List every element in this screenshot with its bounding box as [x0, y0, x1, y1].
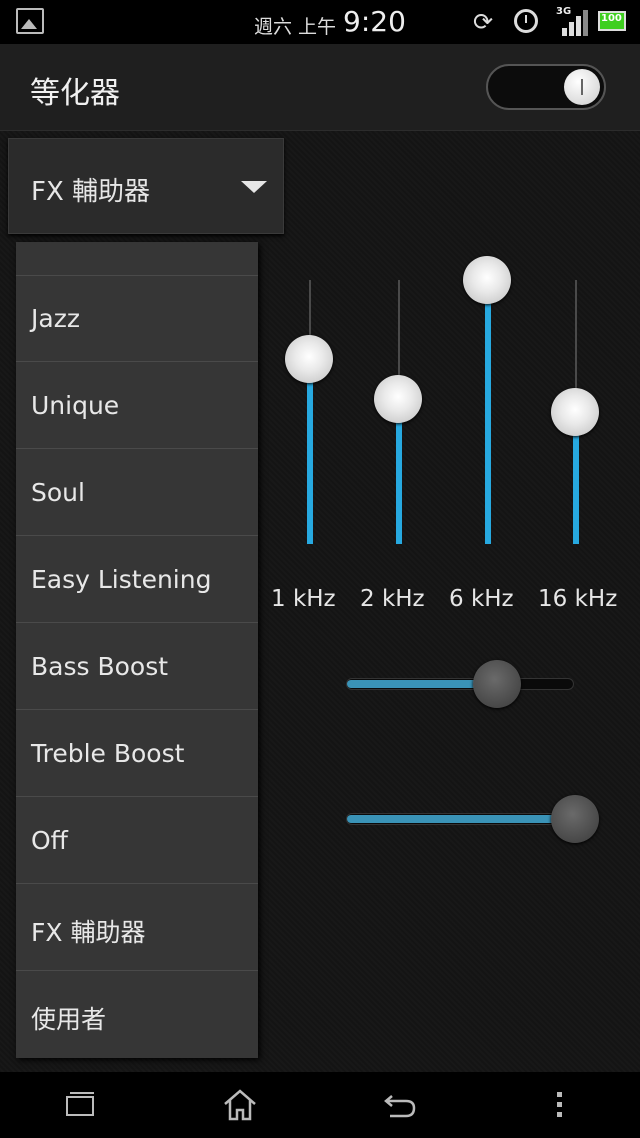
eq-knob[interactable]: [285, 335, 333, 384]
slider-fill: [347, 815, 575, 823]
signal-icon: 3G: [556, 6, 588, 36]
eq-band-label: 2 kHz: [360, 586, 425, 612]
eq-fill: [307, 359, 313, 544]
eq-knob[interactable]: [374, 374, 422, 423]
preset-item-bass-boost[interactable]: Bass Boost: [16, 624, 258, 710]
preset-item-label: Bass Boost: [31, 652, 169, 681]
preset-item-easy-listening[interactable]: Easy Listening: [16, 537, 258, 623]
preset-item-user[interactable]: 使用者: [16, 972, 258, 1058]
recent-apps-icon[interactable]: [66, 1092, 94, 1116]
preset-item-label: FX 輔助器: [31, 918, 146, 947]
list-item-partial[interactable]: [16, 242, 258, 276]
slider-knob[interactable]: [473, 660, 522, 708]
battery-icon: 100: [598, 11, 626, 31]
preset-item-label: Unique: [31, 391, 120, 420]
preset-item-soul[interactable]: Soul: [16, 450, 258, 536]
preset-dropdown-list: Jazz Unique Soul Easy Listening Bass Boo…: [16, 242, 258, 1058]
virtualizer-slider[interactable]: [346, 795, 599, 843]
status-bar: 週六 上午 9:20 ⟳ 3G 100: [0, 0, 640, 44]
preset-item-label: Soul: [31, 478, 85, 507]
toggle-knob[interactable]: [564, 69, 600, 105]
equalizer-toggle[interactable]: [486, 64, 606, 110]
navigation-bar: [0, 1072, 640, 1138]
preset-item-label: Treble Boost: [31, 739, 185, 768]
back-icon[interactable]: [382, 1090, 418, 1120]
preset-selected-label: FX 輔助器: [31, 177, 151, 207]
preset-item-label: Off: [31, 826, 68, 855]
page-title: 等化器: [30, 76, 120, 111]
eq-band-label: 16 kHz: [538, 586, 618, 612]
slider-knob[interactable]: [551, 795, 599, 843]
battery-level: 100: [601, 13, 622, 24]
menu-icon[interactable]: [556, 1092, 564, 1120]
gallery-icon: [16, 8, 44, 34]
preset-spinner[interactable]: FX 輔助器: [8, 138, 284, 234]
action-bar: 等化器: [0, 44, 640, 131]
preset-item-label: Easy Listening: [31, 565, 212, 594]
alarm-icon: [514, 9, 538, 33]
eq-band-label: 1 kHz: [271, 586, 336, 612]
home-icon[interactable]: [222, 1088, 258, 1122]
preset-item-treble-boost[interactable]: Treble Boost: [16, 711, 258, 797]
status-time: 9:20: [343, 5, 406, 38]
eq-band-label: 6 kHz: [449, 586, 514, 612]
rotate-icon: ⟳: [472, 8, 494, 36]
network-type: 3G: [556, 6, 572, 17]
preset-item-unique[interactable]: Unique: [16, 363, 258, 449]
preset-item-label: 使用者: [31, 1005, 107, 1034]
preset-item-off[interactable]: Off: [16, 798, 258, 884]
preset-item-jazz[interactable]: Jazz: [16, 276, 258, 362]
status-date: 週六 上午: [254, 16, 337, 38]
eq-knob[interactable]: [463, 256, 511, 304]
eq-fill: [485, 280, 491, 544]
preset-item-label: Jazz: [31, 304, 80, 333]
eq-knob[interactable]: [551, 388, 599, 436]
preset-item-fx-assistant[interactable]: FX 輔助器: [16, 885, 258, 971]
bass-boost-slider[interactable]: [346, 660, 574, 708]
dropdown-arrow-icon: [241, 181, 267, 193]
